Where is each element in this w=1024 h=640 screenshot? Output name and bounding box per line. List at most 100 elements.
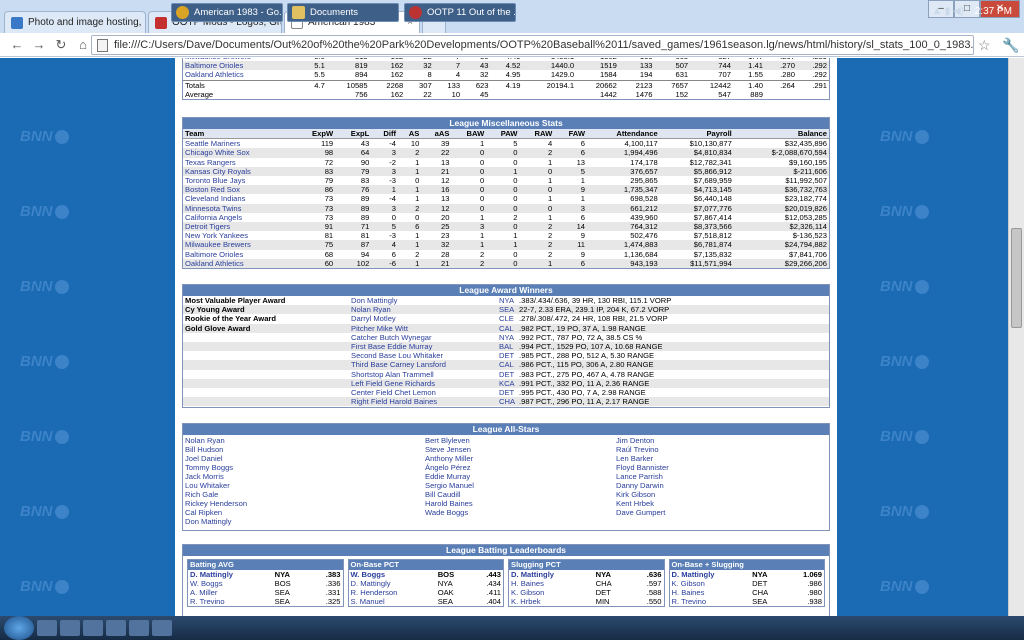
taskbar-item-ootp[interactable]: OOTP 11 Out of the ... xyxy=(404,3,516,22)
leader-name[interactable]: K. Hrbek xyxy=(509,597,594,606)
award-player[interactable]: First Base Eddie Murray xyxy=(349,342,497,352)
allstar-player-link[interactable]: Dave Gumpert xyxy=(616,508,665,517)
allstar-player[interactable]: Ángelo Pérez xyxy=(425,463,616,472)
allstar-player[interactable]: Lance Parrish xyxy=(616,472,827,481)
team-name[interactable]: Boston Red Sox xyxy=(183,185,295,195)
leader-name-link[interactable]: R. Henderson xyxy=(351,588,398,597)
allstar-player[interactable]: Tommy Boggs xyxy=(185,463,425,472)
allstar-player-link[interactable]: Anthony Miller xyxy=(425,454,473,463)
leader-name[interactable]: D. Mattingly xyxy=(509,570,594,579)
award-team[interactable]: DET xyxy=(497,370,517,379)
leader-name-link[interactable]: S. Manuel xyxy=(351,597,385,606)
award-player-link[interactable]: Third Base Carney Lansford xyxy=(351,360,446,369)
allstar-player[interactable]: Kirk Gibson xyxy=(616,490,827,499)
award-team[interactable]: CHA xyxy=(497,397,518,407)
award-player[interactable]: Left Field Gene Richards xyxy=(349,378,497,389)
leader-name[interactable]: R. Henderson xyxy=(349,588,436,597)
allstar-player-link[interactable]: Danny Darwin xyxy=(616,481,664,490)
team-name[interactable]: Toronto Blue Jays xyxy=(183,176,295,185)
leader-name-link[interactable]: K. Gibson xyxy=(672,579,705,588)
team-name-link[interactable]: Oakland Athletics xyxy=(185,70,244,79)
team-name-link[interactable]: California Angels xyxy=(185,213,242,222)
award-team-link[interactable]: CAL xyxy=(499,324,514,333)
award-player-link[interactable]: Pitcher Mike Witt xyxy=(351,324,408,333)
team-name-link[interactable]: Kansas City Royals xyxy=(185,167,251,176)
allstar-player-link[interactable]: Joel Daniel xyxy=(185,454,223,463)
close-icon[interactable]: × xyxy=(141,17,145,28)
allstar-player-link[interactable]: Bill Caudill xyxy=(425,490,460,499)
award-player[interactable]: Right Field Harold Baines xyxy=(349,397,497,407)
award-player[interactable]: Nolan Ryan xyxy=(349,305,497,315)
team-name[interactable]: Seattle Mariners xyxy=(183,139,295,149)
allstar-player[interactable]: Danny Darwin xyxy=(616,481,827,490)
allstar-player[interactable]: Nolan Ryan xyxy=(185,436,425,445)
leader-name[interactable]: R. Trevino xyxy=(188,597,273,606)
award-team-link[interactable]: NYA xyxy=(499,333,514,342)
award-team-link[interactable]: CLE xyxy=(499,314,514,323)
team-name-link[interactable]: Cleveland Indians xyxy=(185,194,245,203)
award-team[interactable]: NYA xyxy=(497,296,517,305)
allstar-player-link[interactable]: Raúl Trevino xyxy=(616,445,659,454)
allstar-player[interactable]: Joel Daniel xyxy=(185,454,425,463)
chrome-quicklaunch-icon[interactable] xyxy=(129,620,149,636)
wrench-menu-icon[interactable]: 🔧 xyxy=(1002,37,1019,54)
leader-name-link[interactable]: D. Mattingly xyxy=(351,579,391,588)
allstar-player[interactable]: Bill Hudson xyxy=(185,445,425,454)
allstar-player[interactable]: Jack Morris xyxy=(185,472,425,481)
award-team-link[interactable]: NYA xyxy=(499,296,514,305)
award-player-link[interactable]: Left Field Gene Richards xyxy=(351,379,435,388)
award-team[interactable]: CAL xyxy=(497,323,518,333)
team-name-link[interactable]: Minnesota Twins xyxy=(185,204,241,213)
team-name[interactable]: Minnesota Twins xyxy=(183,203,295,213)
allstar-player-link[interactable]: Nolan Ryan xyxy=(185,436,225,445)
show-desktop-icon[interactable] xyxy=(37,620,57,636)
team-name[interactable]: Kansas City Royals xyxy=(183,166,295,177)
team-name[interactable]: New York Yankees xyxy=(183,231,295,240)
award-player[interactable]: Second Base Lou Whitaker xyxy=(349,351,497,360)
leader-name[interactable]: A. Miller xyxy=(188,588,273,597)
team-name-link[interactable]: New York Yankees xyxy=(185,231,248,240)
award-team[interactable]: SEA xyxy=(497,305,518,315)
award-team[interactable]: BAL xyxy=(497,342,518,352)
leader-name-link[interactable]: D. Mattingly xyxy=(511,570,554,579)
leader-name-link[interactable]: A. Miller xyxy=(190,588,217,597)
taskbar-item-chrome[interactable]: American 1983 - Go... xyxy=(171,3,283,22)
allstar-player[interactable]: Raúl Trevino xyxy=(616,445,827,454)
allstar-player-link[interactable]: Kent Hrbek xyxy=(616,499,654,508)
allstar-player-link[interactable]: Sergio Manuel xyxy=(425,481,474,490)
award-player-link[interactable]: Nolan Ryan xyxy=(351,305,391,314)
allstar-player-link[interactable]: Lou Whitaker xyxy=(185,481,230,490)
allstar-player-link[interactable]: Cal Ripken xyxy=(185,508,222,517)
award-player[interactable]: Shortstop Alan Trammell xyxy=(349,370,497,379)
leader-name[interactable]: D. Mattingly xyxy=(670,570,751,579)
team-name-link[interactable]: Chicago White Sox xyxy=(185,148,250,157)
leader-name[interactable]: R. Trevino xyxy=(670,597,751,606)
back-icon[interactable]: ← xyxy=(6,37,28,52)
leader-name[interactable]: W. Boggs xyxy=(188,579,273,588)
team-name[interactable]: Chicago White Sox xyxy=(183,148,295,158)
leader-name[interactable]: D. Mattingly xyxy=(349,579,436,588)
award-player-link[interactable]: Darryl Motley xyxy=(351,314,396,323)
leader-name-link[interactable]: W. Boggs xyxy=(190,579,223,588)
award-player[interactable]: Don Mattingly xyxy=(349,296,497,305)
allstar-player-link[interactable]: Wade Boggs xyxy=(425,508,468,517)
award-team-link[interactable]: SEA xyxy=(499,305,514,314)
allstar-player[interactable]: Rich Gale xyxy=(185,490,425,499)
allstar-player-link[interactable]: Lance Parrish xyxy=(616,472,663,481)
team-name-link[interactable]: Baltimore Orioles xyxy=(185,250,243,259)
award-player-link[interactable]: Center Field Chet Lemon xyxy=(351,388,436,397)
allstar-player-link[interactable]: Jack Morris xyxy=(185,472,224,481)
award-player[interactable]: Third Base Carney Lansford xyxy=(349,360,497,370)
award-player-link[interactable]: Catcher Butch Wynegar xyxy=(351,333,432,342)
award-team[interactable]: CAL xyxy=(497,360,518,370)
award-player[interactable]: Pitcher Mike Witt xyxy=(349,323,497,333)
leader-name[interactable]: H. Baines xyxy=(670,588,751,597)
allstar-player[interactable]: Kent Hrbek xyxy=(616,499,827,508)
firefox-quicklaunch-icon[interactable] xyxy=(106,620,126,636)
leader-name[interactable]: W. Boggs xyxy=(349,570,436,579)
team-name-link[interactable]: Boston Red Sox xyxy=(185,185,240,194)
address-bar[interactable]: file:///C:/Users/Dave/Documents/Out%20of… xyxy=(91,35,974,55)
team-name[interactable]: Cleveland Indians xyxy=(183,194,295,203)
award-player-link[interactable]: Second Base Lou Whitaker xyxy=(351,351,443,360)
award-team[interactable]: NYA xyxy=(497,333,517,342)
